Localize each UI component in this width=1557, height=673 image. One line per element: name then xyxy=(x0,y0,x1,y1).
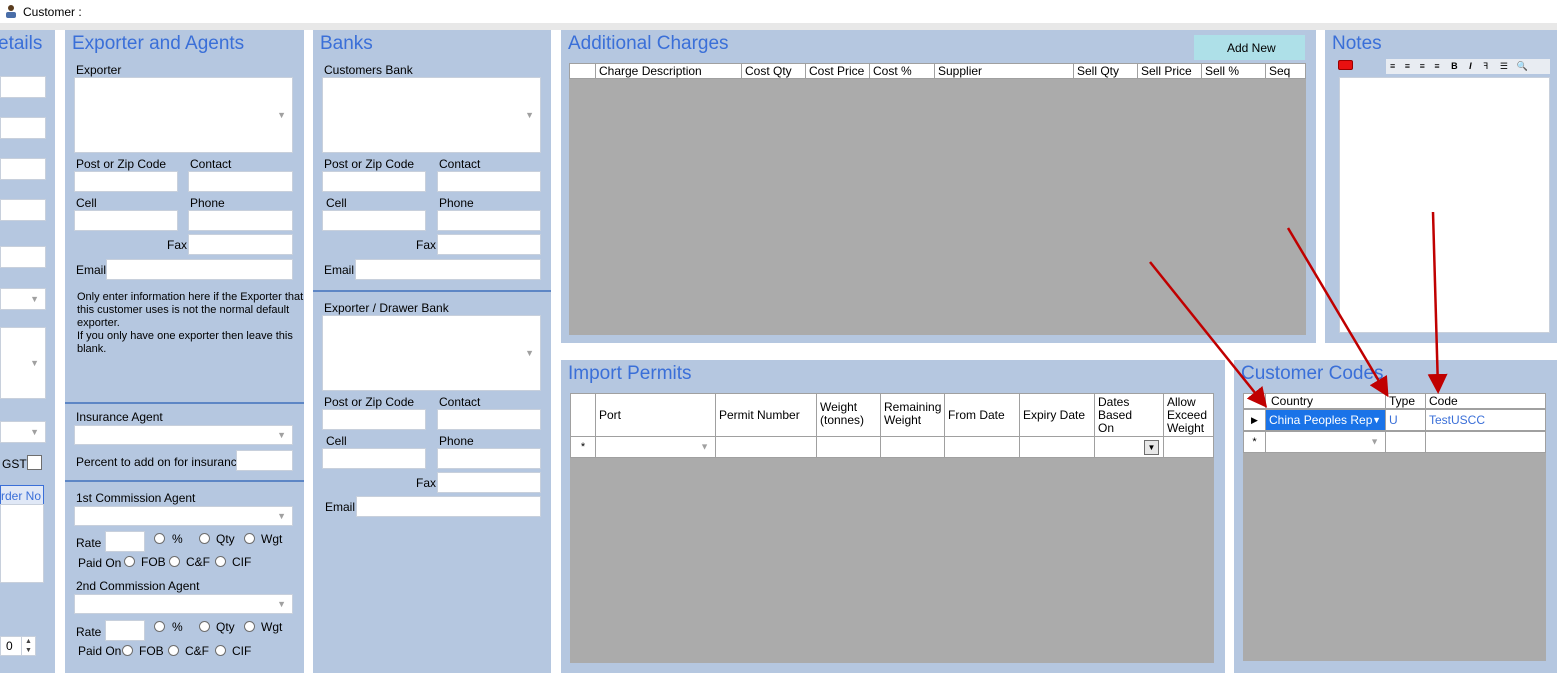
arrow-to-country xyxy=(1149,261,1268,408)
annotation-arrows xyxy=(1149,211,1448,408)
arrow-to-code xyxy=(1427,211,1448,394)
arrow-to-type xyxy=(1286,227,1389,398)
